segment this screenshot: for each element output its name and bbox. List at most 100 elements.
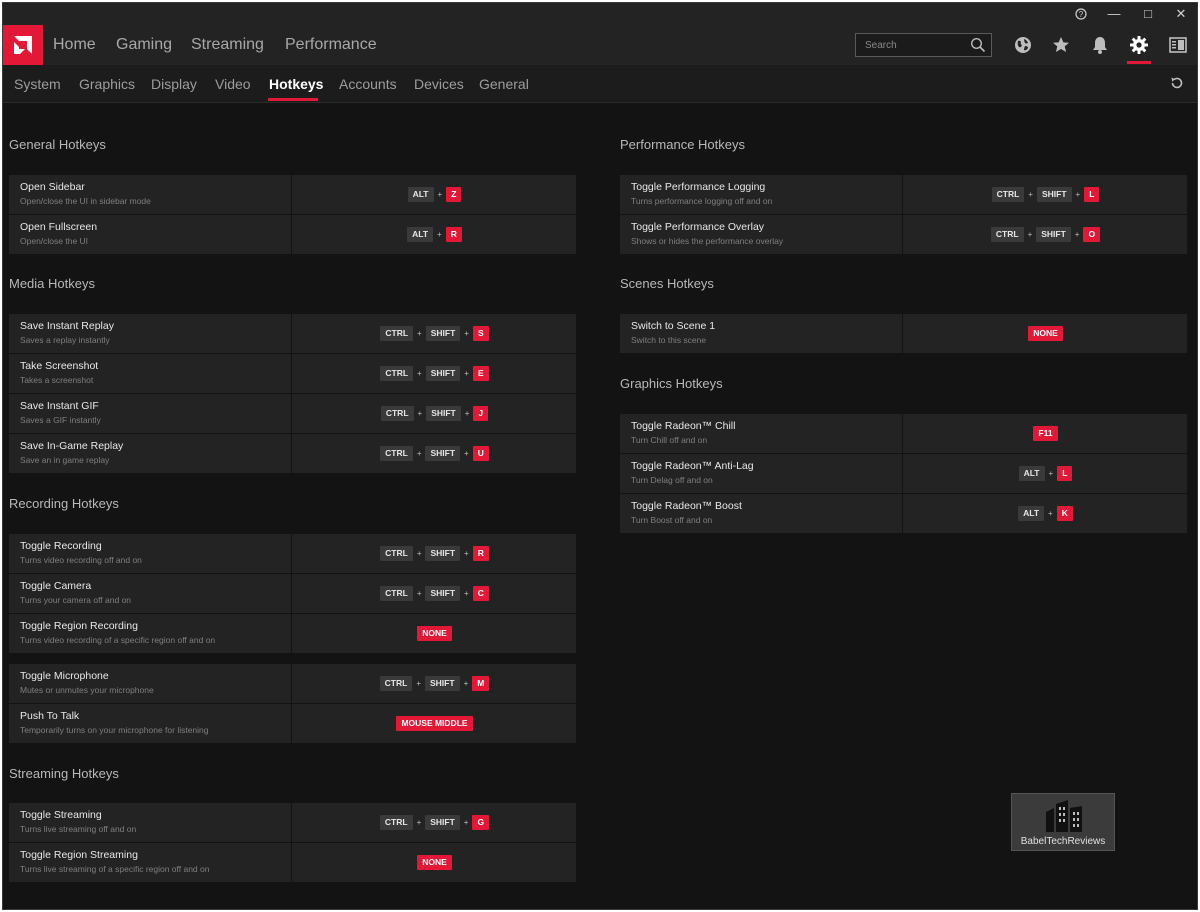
hotkey-binding-button[interactable]: ALT + K	[904, 494, 1187, 533]
amd-arrow-icon	[14, 36, 32, 54]
hotkey-binding-button[interactable]: CTRL + SHIFT + O	[904, 215, 1187, 254]
hotkey-row: Toggle Radeon™ Chill Turn Chill off and o…	[620, 414, 1187, 454]
key-plus-separator: +	[464, 589, 469, 598]
hotkey-label-cell: Toggle Camera Turns your camera off and o…	[9, 574, 292, 613]
section-title-graphics: Graphics Hotkeys	[620, 376, 723, 391]
section-title-recording: Recording Hotkeys	[9, 496, 119, 511]
keycap: R	[445, 227, 462, 242]
nav-performance[interactable]: Performance	[285, 25, 377, 65]
hotkey-group-microphone: Toggle Microphone Mutes or unmutes your m…	[9, 664, 576, 744]
key-plus-separator: +	[464, 549, 469, 558]
hotkey-name: Toggle Performance Overlay	[631, 221, 765, 233]
tab-graphics[interactable]: Graphics	[79, 65, 135, 103]
tab-display[interactable]: Display	[151, 65, 197, 103]
key-plus-separator: +	[416, 549, 422, 558]
active-tab-indicator	[268, 98, 318, 101]
key-plus-separator: +	[417, 369, 422, 378]
search-input[interactable]	[856, 34, 968, 56]
nav-home[interactable]: Home	[53, 25, 96, 65]
keycap: SHIFT	[425, 676, 460, 691]
reset-icon[interactable]	[1169, 75, 1185, 91]
hotkey-binding-button[interactable]: ALT + Z	[293, 175, 576, 214]
hotkey-binding-button[interactable]: CTRL + SHIFT + G	[293, 803, 576, 842]
keycap: CTRL	[379, 676, 413, 691]
amd-logo[interactable]	[3, 25, 43, 65]
keycap: ALT	[407, 187, 434, 202]
hotkey-row: Take Screenshot Takes a screenshot CTRL + SH…	[9, 354, 576, 394]
hotkey-label-cell: Save Instant Replay Saves a replay instan…	[9, 314, 292, 353]
search-icon[interactable]	[970, 37, 986, 53]
minimize-button[interactable]: —	[1099, 4, 1129, 24]
nav-gaming[interactable]: Gaming	[116, 25, 172, 65]
hotkey-group-graphics: Toggle Radeon™ Chill Turn Chill off and o…	[620, 414, 1187, 534]
key-plus-separator: +	[463, 679, 469, 688]
hotkey-group-recording: Toggle Recording Turns video recording of…	[9, 534, 576, 654]
hotkey-binding-button[interactable]: CTRL + SHIFT + R	[293, 534, 576, 573]
maximize-button[interactable]: □	[1133, 4, 1163, 24]
tab-devices[interactable]: Devices	[414, 65, 464, 103]
hotkey-binding-button[interactable]: CTRL + SHIFT + S	[293, 314, 576, 353]
hotkey-binding-button[interactable]: MOUSE MIDDLE	[293, 704, 576, 743]
tab-general[interactable]: General	[479, 65, 529, 103]
key-plus-separator: +	[416, 589, 422, 598]
keycap: R	[472, 546, 489, 561]
tab-video[interactable]: Video	[215, 65, 251, 103]
hotkey-name: Save Instant Replay	[20, 320, 114, 332]
hotkey-binding-button[interactable]: CTRL + SHIFT + C	[293, 574, 576, 613]
hotkey-name: Toggle Camera	[20, 580, 92, 592]
hotkey-binding-button[interactable]: CTRL + SHIFT + L	[904, 175, 1187, 214]
hotkey-binding-button[interactable]: NONE	[293, 614, 576, 653]
keycap: SHIFT	[425, 586, 461, 601]
section-title-streaming: Streaming Hotkeys	[9, 766, 119, 781]
hotkey-description: Turns your camera off and on	[20, 595, 132, 605]
hotkey-row: Toggle Radeon™ Anti-Lag Turn Delag off an…	[620, 454, 1187, 494]
help-button[interactable]: ?	[1066, 4, 1096, 24]
hotkey-binding-button[interactable]: CTRL + SHIFT + M	[293, 664, 576, 703]
sidebar-layout-icon[interactable]	[1168, 35, 1188, 55]
hotkey-group-general: Open Sidebar Open/close the UI in sidebar…	[9, 175, 576, 255]
hotkey-binding-button[interactable]: ALT + R	[293, 215, 576, 254]
hotkey-row: Push To Talk Temporarily turns on your mi…	[9, 704, 576, 744]
keycap: SHIFT	[425, 366, 461, 381]
hotkey-binding-button[interactable]: NONE	[904, 314, 1187, 353]
hotkey-description: Turns video recording of a specific regi…	[20, 635, 216, 645]
keycap: CTRL	[990, 227, 1024, 242]
keycap: CTRL	[380, 546, 413, 561]
hotkey-binding-button[interactable]: CTRL + SHIFT + J	[293, 394, 576, 433]
hotkey-binding-button[interactable]: CTRL + SHIFT + E	[293, 354, 576, 393]
keycap: G	[472, 815, 490, 830]
nav-streaming[interactable]: Streaming	[191, 25, 264, 65]
main-header: Home Gaming Streaming Performance	[3, 25, 1197, 65]
hotkey-binding-button[interactable]: ALT + L	[904, 454, 1187, 493]
key-plus-separator: +	[437, 190, 443, 199]
keycap: NONE	[1028, 326, 1063, 341]
hotkey-label-cell: Toggle Performance Overlay Shows or hides…	[620, 215, 903, 254]
hotkey-binding-button[interactable]: F11	[904, 414, 1187, 453]
hotkey-row: Open Fullscreen Open/close the UI ALT + R	[9, 215, 576, 255]
keycap: U	[472, 446, 489, 461]
hotkey-row: Toggle Region Streaming Turns live stream…	[9, 843, 576, 883]
hotkey-row: Toggle Radeon™ Boost Turn Boost off and o…	[620, 494, 1187, 534]
hotkey-name: Toggle Region Recording	[20, 620, 138, 632]
hotkey-description: Turn Chill off and on	[631, 435, 708, 445]
hotkey-description: Open/close the UI in sidebar mode	[20, 196, 151, 206]
keycap: MOUSE MIDDLE	[396, 716, 473, 731]
globe-icon[interactable]	[1013, 35, 1033, 55]
keycap: C	[472, 586, 489, 601]
hotkey-name: Toggle Radeon™ Anti-Lag	[631, 460, 754, 472]
bell-icon[interactable]	[1090, 35, 1110, 55]
hotkey-group-performance: Toggle Performance Logging Turns performa…	[620, 175, 1187, 255]
key-plus-separator: +	[464, 329, 469, 338]
gear-icon[interactable]	[1129, 35, 1149, 55]
star-icon[interactable]	[1051, 35, 1071, 55]
key-plus-separator: +	[416, 449, 422, 458]
key-plus-separator: +	[417, 329, 422, 338]
keycap: ALT	[1018, 466, 1045, 481]
tab-system[interactable]: System	[14, 65, 61, 103]
hotkey-binding-button[interactable]: CTRL + SHIFT + U	[293, 434, 576, 473]
close-button[interactable]: ✕	[1166, 4, 1196, 24]
tab-accounts[interactable]: Accounts	[339, 65, 397, 103]
hotkey-binding-button[interactable]: NONE	[293, 843, 576, 882]
settings-active-indicator	[1127, 61, 1151, 64]
hotkey-label-cell: Toggle Radeon™ Anti-Lag Turn Delag off an…	[620, 454, 903, 493]
